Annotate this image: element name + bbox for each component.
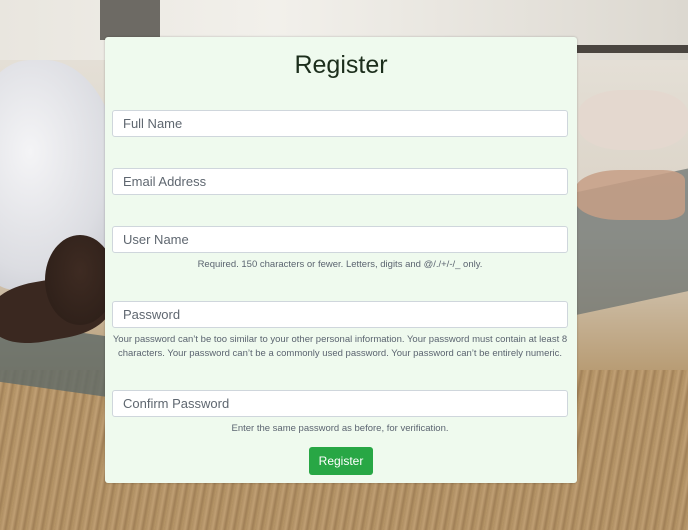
background-hands [575,170,685,220]
background-object [100,0,160,40]
form-title: Register [294,51,388,79]
username-input[interactable] [112,226,568,253]
background-people [578,90,688,150]
background-shelf [575,45,688,53]
confirm-password-help-text: Enter the same password as before, for v… [231,423,449,434]
password-help-text: Your password can’t be too similar to yo… [112,334,568,359]
password-input[interactable] [112,301,568,328]
register-form: Register Required. 150 characters or few… [105,37,577,483]
register-button[interactable]: Register [309,447,373,475]
username-help-text: Required. 150 characters or fewer. Lette… [197,259,483,270]
confirm-password-input[interactable] [112,390,568,417]
email-input[interactable] [112,168,568,195]
full-name-input[interactable] [112,110,568,137]
